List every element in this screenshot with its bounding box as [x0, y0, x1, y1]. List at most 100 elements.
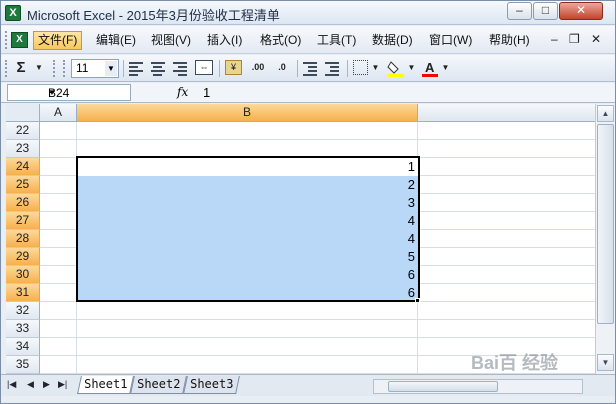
- formula-input[interactable]: 1: [203, 85, 210, 100]
- menu-grip-handle[interactable]: [5, 31, 8, 49]
- toolbar-separator: [347, 60, 348, 77]
- scroll-down-icon[interactable]: ▼: [597, 354, 614, 371]
- row-header[interactable]: 24: [6, 158, 40, 176]
- menu-tools[interactable]: 工具(T): [312, 31, 361, 50]
- decrease-indent-icon[interactable]: [303, 60, 317, 76]
- vertical-scroll-thumb[interactable]: [597, 124, 614, 324]
- align-right-icon[interactable]: [173, 60, 187, 76]
- menu-format[interactable]: 格式(O): [255, 31, 306, 50]
- menu-bar: X 文件(F) 编辑(E) 视图(V) 插入(I) 格式(O) 工具(T) 数据…: [1, 26, 615, 54]
- close-button[interactable]: ✕: [559, 2, 603, 20]
- cell-b-value[interactable]: 2: [78, 176, 418, 194]
- row-header[interactable]: 35: [6, 356, 40, 374]
- fill-color-swatch: [388, 74, 404, 77]
- sheet-tab-bar: |◀ ◀ ▶ ▶| Sheet1 Sheet2 Sheet3: [1, 374, 615, 396]
- cell-b-value[interactable]: 4: [78, 212, 418, 230]
- cell-b-value[interactable]: 4: [78, 230, 418, 248]
- maximize-button[interactable]: □: [533, 2, 558, 20]
- chevron-down-icon[interactable]: ▼: [105, 61, 117, 76]
- cell-b-value[interactable]: [78, 140, 418, 158]
- scroll-up-icon[interactable]: ▲: [597, 105, 614, 122]
- menu-insert[interactable]: 插入(I): [202, 31, 247, 50]
- row-header[interactable]: 32: [6, 302, 40, 320]
- menu-edit[interactable]: 编辑(E): [91, 31, 141, 50]
- column-header-c[interactable]: [418, 104, 595, 122]
- align-center-icon[interactable]: [151, 60, 165, 76]
- tab-sheet1-label: Sheet1: [84, 377, 128, 391]
- font-color-icon[interactable]: A: [421, 59, 439, 78]
- toolbar-grip-handle[interactable]: [5, 60, 8, 77]
- cell-b-value[interactable]: [78, 302, 418, 320]
- increase-decimal-icon[interactable]: .00: [247, 59, 269, 78]
- fill-color-dropdown-icon[interactable]: ▼: [407, 59, 416, 78]
- horizontal-scroll-thumb[interactable]: [388, 381, 498, 392]
- first-sheet-icon[interactable]: |◀: [7, 379, 16, 390]
- cell-b-value[interactable]: [78, 122, 418, 140]
- last-sheet-icon[interactable]: ▶|: [58, 379, 67, 390]
- row-header[interactable]: 25: [6, 176, 40, 194]
- row-header[interactable]: 22: [6, 122, 40, 140]
- cell-b-value[interactable]: 6: [78, 284, 418, 302]
- currency-icon[interactable]: ¥: [225, 60, 242, 75]
- horizontal-scrollbar[interactable]: [373, 379, 583, 394]
- row-header[interactable]: 29: [6, 248, 40, 266]
- column-header-a[interactable]: A: [40, 104, 77, 122]
- menu-data[interactable]: 数据(D): [367, 31, 418, 50]
- cell-b-value[interactable]: [78, 338, 418, 356]
- formula-bar: B24 ▼ fx 1: [1, 83, 615, 103]
- cell-b-value[interactable]: 3: [78, 194, 418, 212]
- cell-b-value[interactable]: [78, 320, 418, 338]
- font-color-glyph: A: [425, 60, 435, 75]
- row-header[interactable]: 26: [6, 194, 40, 212]
- workbook-icon[interactable]: X: [11, 32, 28, 48]
- merge-center-icon[interactable]: ⇔: [195, 60, 213, 75]
- prev-sheet-icon[interactable]: ◀: [27, 379, 34, 390]
- vertical-scrollbar[interactable]: ▲ ▼: [595, 104, 615, 374]
- font-color-dropdown-icon[interactable]: ▼: [441, 59, 450, 78]
- borders-dropdown-icon[interactable]: ▼: [371, 59, 380, 78]
- doc-restore-button[interactable]: ❐: [569, 32, 580, 46]
- excel-app-icon[interactable]: X: [5, 5, 21, 21]
- row-header[interactable]: 34: [6, 338, 40, 356]
- tab-sheet3-label: Sheet3: [190, 377, 234, 391]
- doc-minimize-button[interactable]: –: [551, 32, 558, 46]
- toolbar-grip-handle-2[interactable]: [53, 60, 56, 77]
- row-header[interactable]: 28: [6, 230, 40, 248]
- increase-indent-icon[interactable]: [325, 60, 339, 76]
- cell-b-value[interactable]: 1: [78, 158, 418, 176]
- row-header[interactable]: 23: [6, 140, 40, 158]
- column-header-b[interactable]: B: [77, 104, 418, 122]
- row-header[interactable]: 31: [6, 284, 40, 302]
- row-header[interactable]: 27: [6, 212, 40, 230]
- cell-b-value[interactable]: 5: [78, 248, 418, 266]
- select-all-corner[interactable]: [6, 104, 40, 122]
- menu-help[interactable]: 帮助(H): [484, 31, 535, 50]
- cell-b-value[interactable]: [78, 356, 418, 374]
- borders-icon[interactable]: [353, 60, 368, 75]
- menu-view[interactable]: 视图(V): [146, 31, 196, 50]
- cell-b-value[interactable]: 6: [78, 266, 418, 284]
- font-size-select[interactable]: 11 ▼: [71, 59, 119, 78]
- minimize-button[interactable]: –: [507, 2, 532, 20]
- chevron-down-icon[interactable]: ▼: [48, 88, 126, 97]
- title-bar: X Microsoft Excel - 2015年3月份验收工程清单 – □ ✕: [1, 1, 615, 25]
- autosum-dropdown-icon[interactable]: ▼: [34, 59, 44, 78]
- row-header[interactable]: 30: [6, 266, 40, 284]
- menu-file[interactable]: 文件(F): [33, 31, 83, 50]
- fill-color-icon[interactable]: [387, 59, 405, 78]
- doc-close-button[interactable]: ✕: [591, 32, 601, 46]
- worksheet-grid[interactable]: A B 22 23 24 25 26 27 28 29 30 31 32 33 34 35 1234456…: [6, 104, 595, 374]
- decrease-decimal-icon[interactable]: .0: [272, 59, 292, 78]
- menu-window[interactable]: 窗口(W): [424, 31, 477, 50]
- next-sheet-icon[interactable]: ▶: [43, 379, 50, 390]
- tab-sheet1[interactable]: Sheet1: [77, 376, 135, 394]
- align-left-icon[interactable]: [129, 60, 143, 76]
- font-color-swatch: [422, 74, 438, 77]
- tab-sheet3[interactable]: Sheet3: [183, 376, 241, 394]
- name-box[interactable]: B24 ▼: [7, 84, 131, 101]
- insert-function-icon[interactable]: fx: [177, 85, 188, 99]
- tab-sheet2[interactable]: Sheet2: [130, 376, 188, 394]
- autosum-icon[interactable]: Σ: [13, 59, 29, 78]
- toolbar-grip-handle-3[interactable]: [63, 60, 66, 77]
- row-header[interactable]: 33: [6, 320, 40, 338]
